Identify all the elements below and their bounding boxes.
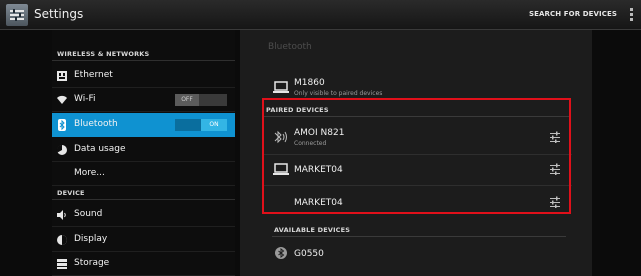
sidebar-item-wifi[interactable]: Wi-Fi OFF [52,88,235,112]
sidebar-item-label: Bluetooth [74,119,118,129]
panel-title: Bluetooth [268,42,312,52]
display-icon [57,235,67,245]
divider [264,116,570,117]
sidebar-item-bluetooth[interactable]: Bluetooth ON [52,113,235,137]
sidebar-item-more[interactable]: More... [52,162,235,186]
sidebar-item-label: Storage [74,258,110,268]
device-name: G0550 [294,249,324,259]
sidebar-item-storage[interactable]: Storage [52,252,235,276]
sidebar-item-label: Sound [74,209,103,219]
storage-icon [57,259,67,269]
divider [52,199,235,200]
action-bar: Settings SEARCH FOR DEVICES [0,0,641,30]
sidebar-item-display[interactable]: Display [52,228,235,252]
divider [272,236,566,237]
sidebar-item-ethernet[interactable]: Ethernet [52,64,235,88]
available-devices-header: AVAILABLE DEVICES [274,226,351,234]
device-status: Connected [294,140,327,147]
device-name: MARKET04 [294,198,343,208]
data-usage-icon [56,144,67,155]
bluetooth-toggle[interactable]: ON [175,119,227,131]
device-name: M1860 [294,78,325,88]
paired-device-row[interactable]: AMOI N821 Connected [260,122,575,152]
section-header-wireless: WIRELESS & NETWORKS [57,50,150,58]
device-name: AMOI N821 [294,128,345,138]
settings-sidebar: WIRELESS & NETWORKS Ethernet Wi-Fi OFF B… [52,30,235,276]
settings-app-icon[interactable] [6,4,28,26]
sidebar-item-label: Data usage [74,144,126,154]
settings-sliders-icon[interactable] [549,163,561,175]
bluetooth-audio-icon [274,130,287,144]
available-device-row[interactable]: G0550 [260,238,575,268]
device-status: Only visible to paired devices [294,90,383,97]
settings-sliders-icon[interactable] [549,131,561,143]
sidebar-item-label: Display [74,234,108,244]
divider [52,60,235,61]
overflow-menu-icon[interactable] [630,8,634,22]
sidebar-item-label: Ethernet [74,70,113,80]
device-name: MARKET04 [294,165,343,175]
bluetooth-panel: Bluetooth M1860 Only visible to paired d… [240,30,592,276]
sidebar-item-label: More... [74,168,105,178]
sound-icon [57,210,66,220]
sidebar-item-label: Wi-Fi [74,94,96,104]
section-header-device: DEVICE [57,189,85,197]
search-for-devices-button[interactable]: SEARCH FOR DEVICES [529,10,617,18]
ethernet-icon [57,71,67,81]
sidebar-item-data-usage[interactable]: Data usage [52,138,235,162]
toggle-label: ON [201,119,227,131]
page-title: Settings [34,7,84,21]
bluetooth-device-icon [275,247,287,259]
laptop-icon [273,163,289,175]
wifi-toggle[interactable]: OFF [175,94,227,106]
paired-device-row[interactable]: MARKET04 [260,154,575,184]
divider [262,185,572,186]
settings-sliders-icon[interactable] [549,196,561,208]
bluetooth-icon [58,119,66,131]
this-device-row[interactable]: M1860 Only visible to paired devices [260,72,575,102]
paired-device-row[interactable]: MARKET04 [260,187,575,217]
laptop-icon [273,81,289,93]
toggle-label: OFF [175,94,199,106]
sidebar-item-sound[interactable]: Sound [52,203,235,227]
wifi-icon [57,95,67,104]
paired-devices-header: PAIRED DEVICES [266,106,329,114]
